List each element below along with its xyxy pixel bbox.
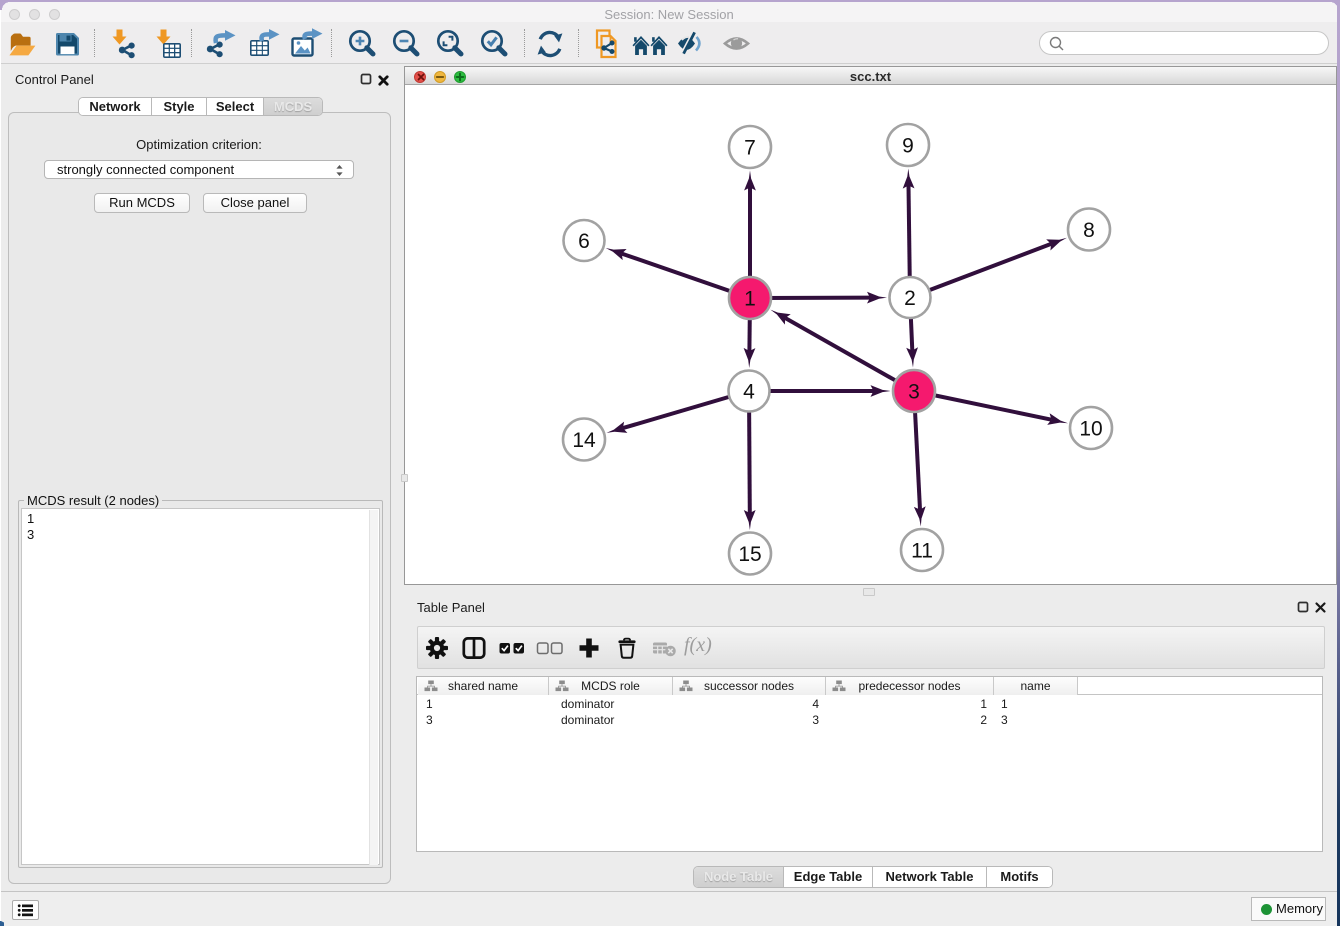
svg-text:2: 2 <box>904 287 916 310</box>
svg-text:10: 10 <box>1079 418 1102 441</box>
svg-text:7: 7 <box>744 137 756 160</box>
svg-text:3: 3 <box>908 381 920 404</box>
svg-text:15: 15 <box>738 543 761 566</box>
svg-text:1: 1 <box>744 288 756 311</box>
svg-text:6: 6 <box>578 230 590 253</box>
svg-text:14: 14 <box>572 429 596 452</box>
svg-text:11: 11 <box>911 540 933 563</box>
svg-text:4: 4 <box>743 381 755 404</box>
svg-text:8: 8 <box>1083 219 1095 242</box>
svg-text:9: 9 <box>902 135 914 158</box>
